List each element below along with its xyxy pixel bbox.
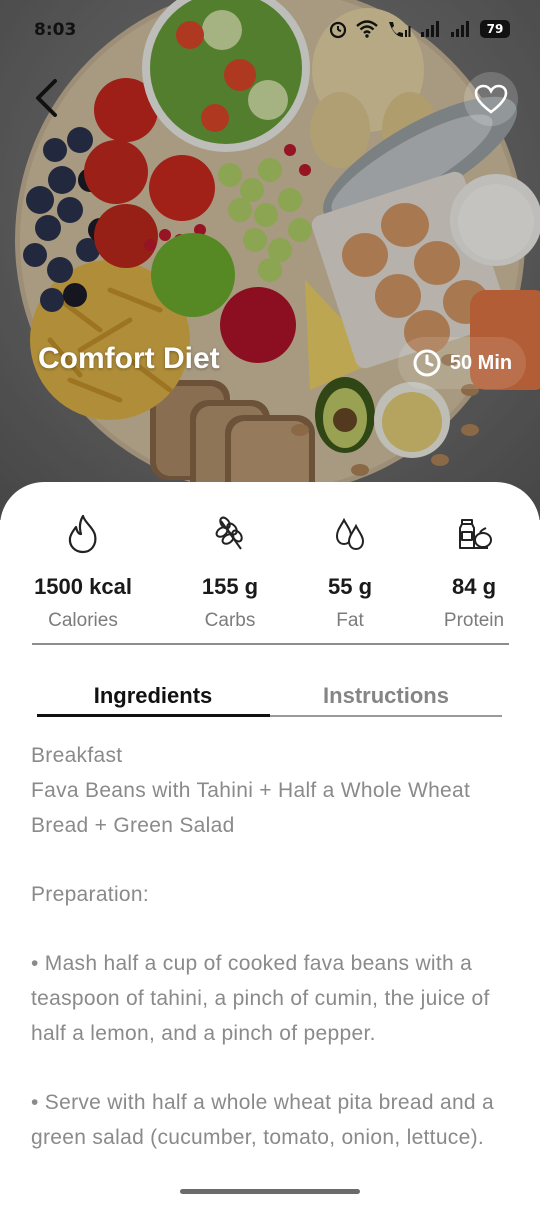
fat-label: Fat [336, 610, 364, 631]
call-signal-icon [389, 22, 411, 37]
diet-title: Comfort Diet [38, 342, 220, 375]
clock-icon [413, 349, 441, 377]
preparation-step-1: • Mash half a cup of cooked fava beans w… [31, 952, 490, 1045]
inactive-tab-underline [270, 715, 502, 717]
tab-ingredients[interactable]: Ingredients [37, 676, 269, 716]
active-tab-indicator [37, 714, 270, 717]
meal-heading: Breakfast [31, 744, 123, 767]
stats-divider [32, 643, 509, 645]
chevron-left-icon [36, 79, 57, 117]
back-button[interactable] [26, 76, 66, 120]
calories-label: Calories [48, 610, 118, 631]
status-bar: 8:03 79 [0, 0, 540, 60]
tab-instructions[interactable]: Instructions [270, 676, 502, 716]
stat-fat: 55 g Fat [280, 512, 420, 632]
wheat-icon [215, 516, 243, 550]
alarm-icon [329, 21, 347, 39]
details-sheet: 1500 kcal Calories 155 g Carbs 55 g Fat … [0, 482, 540, 1206]
carbs-value: 155 g [201, 574, 259, 599]
battery-indicator: 79 [480, 20, 510, 38]
hero-overlay [0, 0, 540, 520]
carbs-label: Carbs [204, 610, 256, 631]
heart-icon [474, 84, 508, 114]
protein-value: 84 g [451, 574, 497, 599]
duration-badge: 50 Min [398, 337, 526, 389]
stat-calories: 1500 kcal Calories [13, 512, 153, 632]
protein-food-icon [459, 519, 492, 549]
stat-protein: 84 g Protein [404, 512, 540, 632]
fat-value: 55 g [327, 574, 373, 599]
tab-bar: Ingredients Instructions [37, 676, 502, 718]
status-icons: 79 [328, 19, 510, 39]
nutrition-stats: 1500 kcal Calories 155 g Carbs 55 g Fat … [0, 512, 540, 632]
drops-icon [335, 517, 365, 551]
recipe-content: Breakfast Fava Beans with Tahini + Half … [31, 738, 521, 1189]
favorite-button[interactable] [464, 72, 518, 126]
flame-icon [68, 514, 97, 554]
stat-carbs: 155 g Carbs [160, 512, 300, 632]
preparation-step-2: • Serve with half a whole wheat pita bre… [31, 1091, 495, 1149]
signal-bars-icon-2 [451, 21, 469, 37]
calories-value: 1500 kcal [34, 574, 132, 599]
status-time: 8:03 [34, 20, 77, 40]
home-indicator[interactable] [180, 1189, 360, 1194]
signal-bars-icon-1 [421, 21, 439, 37]
preparation-heading: Preparation: [31, 883, 150, 906]
wifi-icon [356, 20, 378, 38]
duration-text: 50 Min [449, 351, 513, 374]
dish-description: Fava Beans with Tahini + Half a Whole Wh… [31, 779, 471, 837]
hero-image: 8:03 79 Comfort Diet 50 Min [0, 0, 540, 520]
protein-label: Protein [443, 610, 505, 631]
